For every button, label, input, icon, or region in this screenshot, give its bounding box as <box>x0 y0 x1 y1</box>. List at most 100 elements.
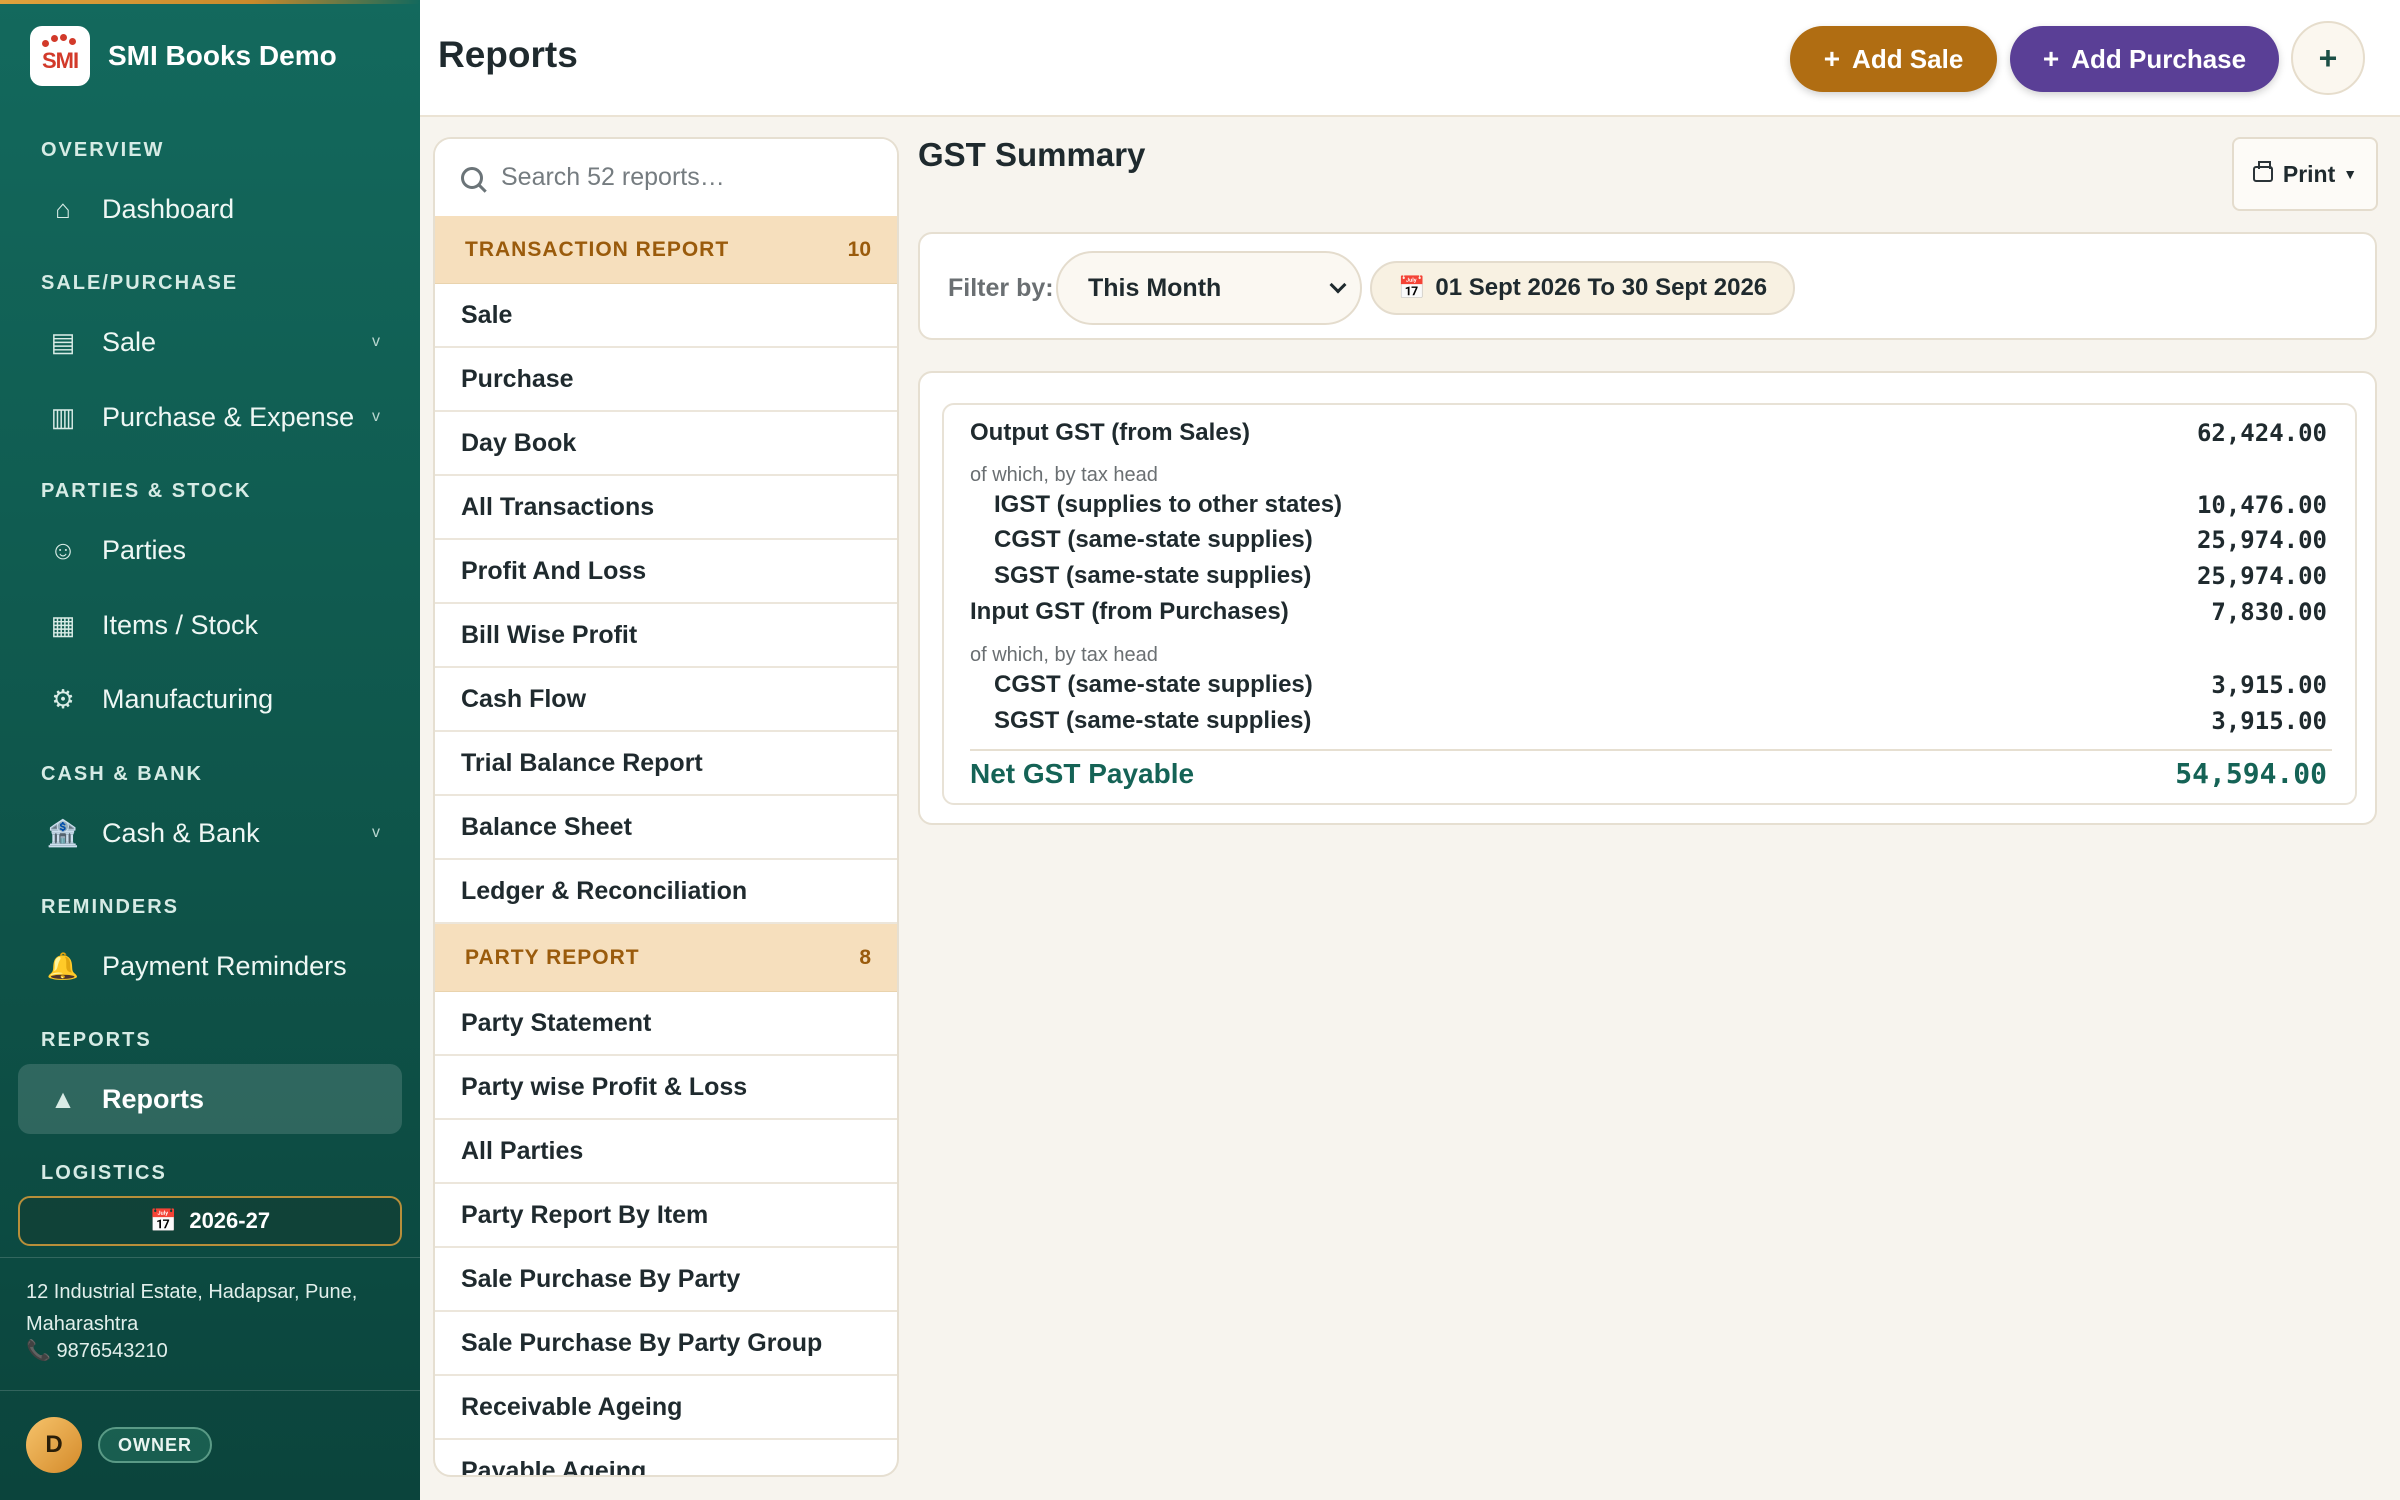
calendar-icon: 📅 <box>1398 275 1426 300</box>
report-item[interactable]: Party wise Profit & Loss <box>435 1056 897 1120</box>
report-item[interactable]: Purchase <box>435 348 897 412</box>
gst-summary-table: Output GST (from Sales) 62,424.00 of whi… <box>942 403 2357 805</box>
sidebar-item-dashboard[interactable]: ⌂ Dashboard <box>18 174 402 244</box>
report-item[interactable]: Sale Purchase By Party <box>435 1248 897 1312</box>
bill-icon: ▥ <box>50 401 76 432</box>
caret-down-icon: ▼ <box>2343 166 2358 182</box>
output-note: of which, by tax head <box>970 464 1158 486</box>
sidebar-item-label: Payment Reminders <box>102 950 347 981</box>
report-group-label: PARTY REPORT <box>465 945 640 969</box>
bell-icon: 🔔 <box>46 950 80 981</box>
input-gst-value: 7,830.00 <box>2211 598 2327 626</box>
sidebar-item-items-stock[interactable]: ▦ Items / Stock <box>18 590 402 660</box>
net-gst-value: 54,594.00 <box>2175 757 2327 790</box>
sidebar-item-label: Cash & Bank <box>102 817 260 848</box>
period-select[interactable]: This Month <box>1056 251 1362 325</box>
report-item[interactable]: Payable Ageing <box>435 1440 897 1476</box>
tax-line-label: SGST (same-state supplies) <box>994 707 1312 734</box>
date-range-label: 01 Sept 2026 To 30 Sept 2026 <box>1435 274 1768 301</box>
printer-icon <box>2252 161 2273 182</box>
input-note: of which, by tax head <box>970 644 1158 666</box>
phone-number: 9876543210 <box>56 1340 168 1362</box>
business-address: 12 Industrial Estate, Hadapsar, Pune, Ma… <box>26 1281 358 1335</box>
filter-label: Filter by: <box>948 274 1054 302</box>
phone-icon: 📞 <box>26 1340 51 1362</box>
avatar[interactable]: D <box>26 1417 82 1473</box>
report-item[interactable]: Day Book <box>435 412 897 476</box>
quick-add-button[interactable]: + <box>2291 21 2365 95</box>
sidebar-item-cash-bank[interactable]: 🏦 Cash & Bank v <box>18 798 402 868</box>
report-item[interactable]: Sale <box>435 284 897 348</box>
brand-logo: SMI <box>30 26 90 86</box>
report-item[interactable]: Bill Wise Profit <box>435 604 897 668</box>
tax-line-row: SGST (same-state supplies) 3,915.00 <box>944 707 2355 735</box>
date-range-picker[interactable]: 📅 01 Sept 2026 To 30 Sept 2026 <box>1370 261 1796 315</box>
tax-line-value: 25,974.00 <box>2196 526 2327 554</box>
tax-line-row: SGST (same-state supplies) 25,974.00 <box>944 562 2355 590</box>
sidebar-item-manufacturing[interactable]: ⚙ Manufacturing <box>18 664 402 734</box>
report-item[interactable]: All Parties <box>435 1120 897 1184</box>
smiley-icon: ☺ <box>49 534 77 565</box>
print-button[interactable]: Print ▼ <box>2232 137 2378 211</box>
sidebar-top-accent <box>0 0 420 4</box>
brand[interactable]: SMI SMI Books Demo <box>30 26 337 86</box>
report-rows: TRANSACTION REPORT 10 Sale Purchase Day Book… <box>435 216 897 1476</box>
logo-dots-icon <box>42 34 78 48</box>
report-item[interactable]: Party Report By Item <box>435 1184 897 1248</box>
reports-list-panel: TRANSACTION REPORT 10 SalePurchaseDay Book… <box>433 137 899 1477</box>
sidebar-divider <box>0 1257 420 1258</box>
report-item[interactable]: Sale Purchase By Party Group <box>435 1312 897 1376</box>
sidebar-item-purchase-expense[interactable]: ▥ Purchase & Expense v <box>18 382 402 452</box>
report-item[interactable]: Trial Balance Report <box>435 732 897 796</box>
report-item[interactable]: Receivable Ageing <box>435 1376 897 1440</box>
search-icon <box>461 166 483 189</box>
search-input[interactable] <box>501 163 881 192</box>
section-logistics: LOGISTICS <box>41 1162 167 1184</box>
sidebar-item-payment-reminders[interactable]: 🔔 Payment Reminders <box>18 931 402 1001</box>
tax-line-label: CGST (same-state supplies) <box>994 671 1313 698</box>
report-item[interactable]: All Transactions <box>435 476 897 540</box>
receipt-icon: ▤ <box>50 326 76 357</box>
report-group-header[interactable]: TRANSACTION REPORT 10 <box>435 216 897 284</box>
report-item[interactable]: Ledger & Reconciliation <box>435 860 897 924</box>
calendar-icon: 📅 <box>149 1208 178 1233</box>
financial-year-label: 2026-27 <box>189 1208 271 1233</box>
section-cash-bank: CASH & BANK <box>41 763 203 785</box>
section-overview: OVERVIEW <box>41 139 165 161</box>
net-gst-label: Net GST Payable <box>970 757 1195 789</box>
sidebar-item-parties[interactable]: ☺ Parties <box>18 515 402 585</box>
chevron-down-icon: v <box>372 408 380 425</box>
section-sale-purchase: SALE/PURCHASE <box>41 272 239 294</box>
output-gst-row: Output GST (from Sales) 62,424.00 <box>944 419 2355 447</box>
sidebar-item-label: Dashboard <box>102 193 235 224</box>
tax-line-value: 10,476.00 <box>2196 491 2327 519</box>
net-gst-row: Net GST Payable 54,594.00 <box>944 757 2355 790</box>
chevron-down-icon: v <box>372 824 380 841</box>
report-group-header[interactable]: PARTY REPORT 8 <box>435 924 897 992</box>
report-item[interactable]: Party Statement <box>435 992 897 1056</box>
home-icon: ⌂ <box>55 193 71 224</box>
logo-text: SMI <box>41 48 79 73</box>
financial-year-selector[interactable]: 📅 2026-27 <box>18 1196 402 1246</box>
tax-line-value: 25,974.00 <box>2196 562 2327 590</box>
report-group-count: 8 <box>859 945 871 969</box>
report-group-count: 10 <box>847 237 871 261</box>
sidebar-item-sale[interactable]: ▤ Sale v <box>18 307 402 377</box>
sidebar-item-reports[interactable]: ▲ Reports <box>18 1064 402 1134</box>
bank-icon: 🏦 <box>46 817 80 848</box>
report-item[interactable]: Cash Flow <box>435 668 897 732</box>
sidebar-item-label: Manufacturing <box>102 683 274 714</box>
sidebar-item-label: Items / Stock <box>102 609 259 640</box>
brand-name: SMI Books Demo <box>108 40 337 71</box>
sidebar-item-label: Reports <box>102 1083 205 1114</box>
tax-line-row: IGST (supplies to other states) 10,476.0… <box>944 491 2355 519</box>
section-reports: REPORTS <box>41 1029 152 1051</box>
report-item[interactable]: Profit And Loss <box>435 540 897 604</box>
tax-line-value: 3,915.00 <box>2211 671 2327 699</box>
add-sale-button[interactable]: + Add Sale <box>1790 26 1997 92</box>
report-item[interactable]: Balance Sheet <box>435 796 897 860</box>
tax-line-value: 3,915.00 <box>2211 707 2327 735</box>
tax-line-row: CGST (same-state supplies) 3,915.00 <box>944 671 2355 699</box>
business-phone: 📞 9876543210 <box>26 1338 168 1363</box>
add-purchase-button[interactable]: + Add Purchase <box>2010 26 2279 92</box>
